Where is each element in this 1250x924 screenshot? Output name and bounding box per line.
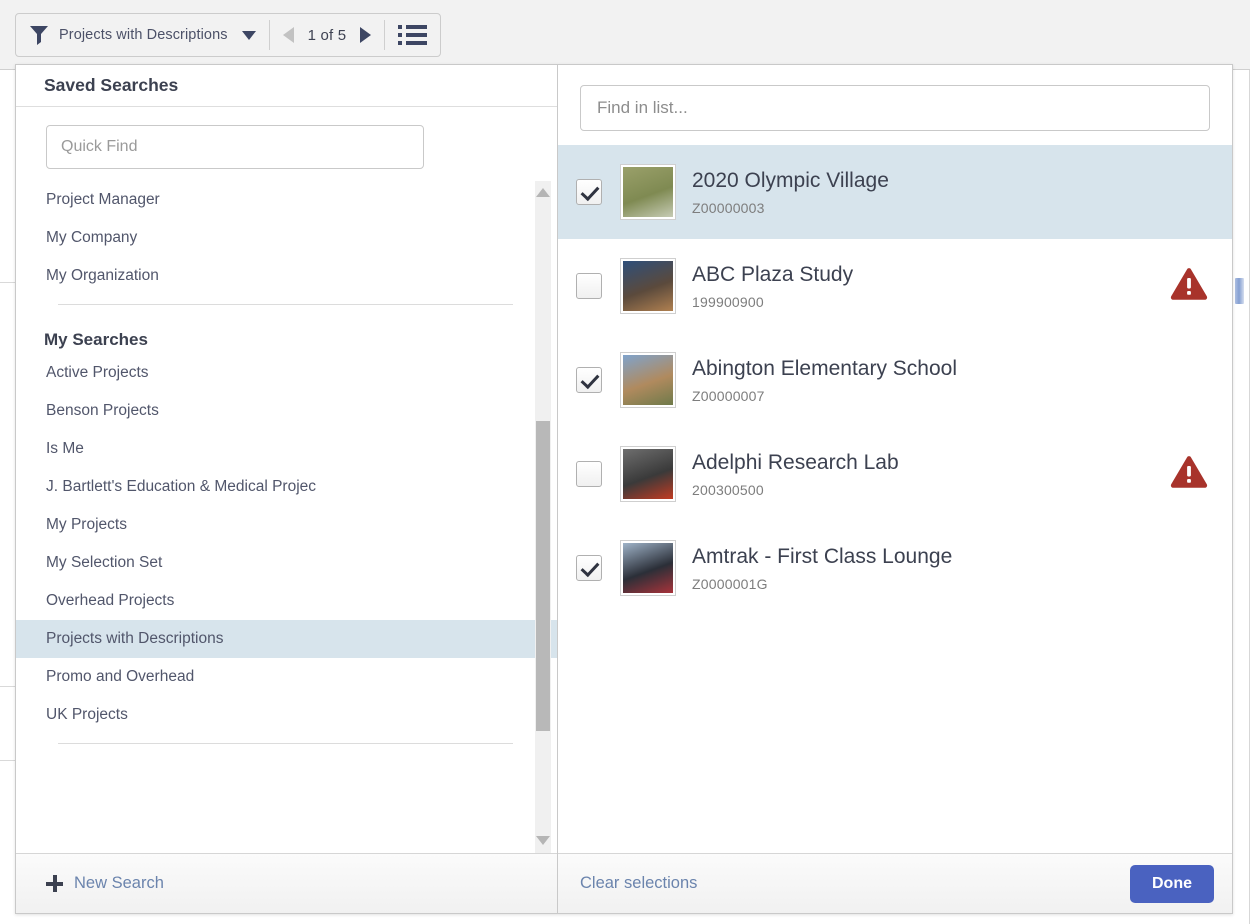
- find-in-list-input[interactable]: [580, 85, 1210, 131]
- project-text-block: Amtrak - First Class Lounge Z0000001G: [692, 544, 1208, 591]
- filter-label: Projects with Descriptions: [59, 27, 228, 43]
- project-list-item[interactable]: Amtrak - First Class Lounge Z0000001G: [558, 521, 1232, 615]
- plus-icon: [46, 875, 63, 892]
- project-checkbox[interactable]: [576, 367, 602, 393]
- project-text-block: Adelphi Research Lab 200300500: [692, 450, 1158, 497]
- project-thumbnail-image: [623, 261, 673, 311]
- saved-search-item[interactable]: My Projects: [16, 506, 557, 544]
- project-thumbnail: [620, 164, 676, 220]
- scroll-down-arrow-icon[interactable]: [536, 834, 550, 848]
- project-list-footer: Clear selections Done: [558, 853, 1232, 913]
- project-number: Z00000007: [692, 387, 765, 404]
- saved-search-item[interactable]: My Company: [16, 219, 557, 257]
- project-list-item[interactable]: ABC Plaza Study 199900900: [558, 239, 1232, 333]
- background-marker: [1235, 278, 1244, 304]
- saved-search-group-header: My Searches: [44, 330, 148, 349]
- done-button[interactable]: Done: [1130, 864, 1214, 903]
- clear-selections-link[interactable]: Clear selections: [580, 874, 697, 893]
- saved-search-item[interactable]: UK Projects: [16, 696, 557, 734]
- list-divider: [58, 304, 513, 305]
- project-number: Z00000003: [692, 199, 765, 216]
- saved-searches-title: Saved Searches: [16, 65, 557, 107]
- project-number: 199900900: [692, 293, 764, 310]
- find-in-list-container: [558, 65, 1232, 145]
- scroll-up-arrow-icon[interactable]: [536, 186, 550, 200]
- project-checkbox[interactable]: [576, 179, 602, 205]
- project-list-item[interactable]: Adelphi Research Lab 200300500: [558, 427, 1232, 521]
- list-view-button[interactable]: [385, 14, 440, 56]
- saved-search-item[interactable]: My Organization: [16, 257, 557, 295]
- saved-searches-panel: Saved Searches Project ManagerMy Company…: [16, 65, 558, 913]
- saved-search-item[interactable]: J. Bartlett's Education & Medical Projec: [16, 468, 557, 506]
- warning-icon: [1170, 455, 1208, 494]
- project-thumbnail: [620, 352, 676, 408]
- filter-dropdown[interactable]: Projects with Descriptions: [16, 14, 269, 56]
- next-page-button[interactable]: [360, 27, 372, 43]
- project-thumbnail: [620, 540, 676, 596]
- saved-search-item[interactable]: Is Me: [16, 430, 557, 468]
- project-text-block: Abington Elementary School Z00000007: [692, 356, 1208, 403]
- project-thumbnail: [620, 446, 676, 502]
- project-title: 2020 Olympic Village: [692, 169, 889, 193]
- project-title: Adelphi Research Lab: [692, 451, 899, 475]
- project-thumbnail-image: [623, 167, 673, 217]
- pagination-controls: 1 of 5: [270, 14, 385, 56]
- saved-search-scrollbar[interactable]: [535, 181, 551, 853]
- project-result-list[interactable]: 2020 Olympic Village Z00000003 ABC Plaza S…: [558, 145, 1232, 853]
- project-number: Z0000001G: [692, 575, 768, 592]
- project-text-block: ABC Plaza Study 199900900: [692, 262, 1158, 309]
- project-thumbnail-image: [623, 543, 673, 593]
- project-thumbnail: [620, 258, 676, 314]
- project-checkbox[interactable]: [576, 555, 602, 581]
- project-thumbnail-image: [623, 355, 673, 405]
- project-title: ABC Plaza Study: [692, 263, 854, 287]
- app-root: Projects with Descriptions 1 of 5 Saved …: [0, 0, 1250, 924]
- warning-icon: [1170, 267, 1208, 306]
- project-list-item[interactable]: 2020 Olympic Village Z00000003: [558, 145, 1232, 239]
- saved-search-popup: Saved Searches Project ManagerMy Company…: [15, 64, 1233, 914]
- new-search-label: New Search: [74, 874, 164, 892]
- saved-search-list[interactable]: Project Manager My Company My Organization…: [16, 181, 557, 853]
- quick-find-container: [16, 107, 557, 181]
- saved-search-item[interactable]: Promo and Overhead: [16, 658, 557, 696]
- project-thumbnail-image: [623, 449, 673, 499]
- previous-page-button[interactable]: [282, 27, 294, 43]
- saved-search-item[interactable]: Active Projects: [16, 354, 557, 392]
- project-text-block: 2020 Olympic Village Z00000003: [692, 168, 1208, 215]
- saved-search-item[interactable]: Overhead Projects: [16, 582, 557, 620]
- saved-search-item[interactable]: Projects with Descriptions: [16, 620, 557, 658]
- new-search-button[interactable]: New Search: [16, 853, 557, 913]
- chevron-down-icon[interactable]: [241, 30, 256, 40]
- list-divider: [58, 743, 513, 744]
- project-title: Abington Elementary School: [692, 357, 957, 381]
- project-checkbox[interactable]: [576, 461, 602, 487]
- quick-find-input[interactable]: [46, 125, 424, 169]
- saved-search-item[interactable]: Benson Projects: [16, 392, 557, 430]
- page-indicator: 1 of 5: [307, 26, 347, 44]
- project-checkbox[interactable]: [576, 273, 602, 299]
- toolbar: Projects with Descriptions 1 of 5: [0, 0, 1250, 70]
- project-list-item[interactable]: Abington Elementary School Z00000007: [558, 333, 1232, 427]
- list-view-icon: [398, 25, 428, 45]
- toolbar-button-group: Projects with Descriptions 1 of 5: [15, 13, 442, 57]
- project-number: 200300500: [692, 481, 764, 498]
- saved-search-item[interactable]: Project Manager: [16, 181, 557, 219]
- scrollbar-thumb[interactable]: [536, 421, 550, 731]
- project-list-panel: 2020 Olympic Village Z00000003 ABC Plaza S…: [558, 65, 1232, 913]
- project-title: Amtrak - First Class Lounge: [692, 545, 953, 569]
- funnel-icon: [29, 25, 49, 46]
- saved-search-item[interactable]: My Selection Set: [16, 544, 557, 582]
